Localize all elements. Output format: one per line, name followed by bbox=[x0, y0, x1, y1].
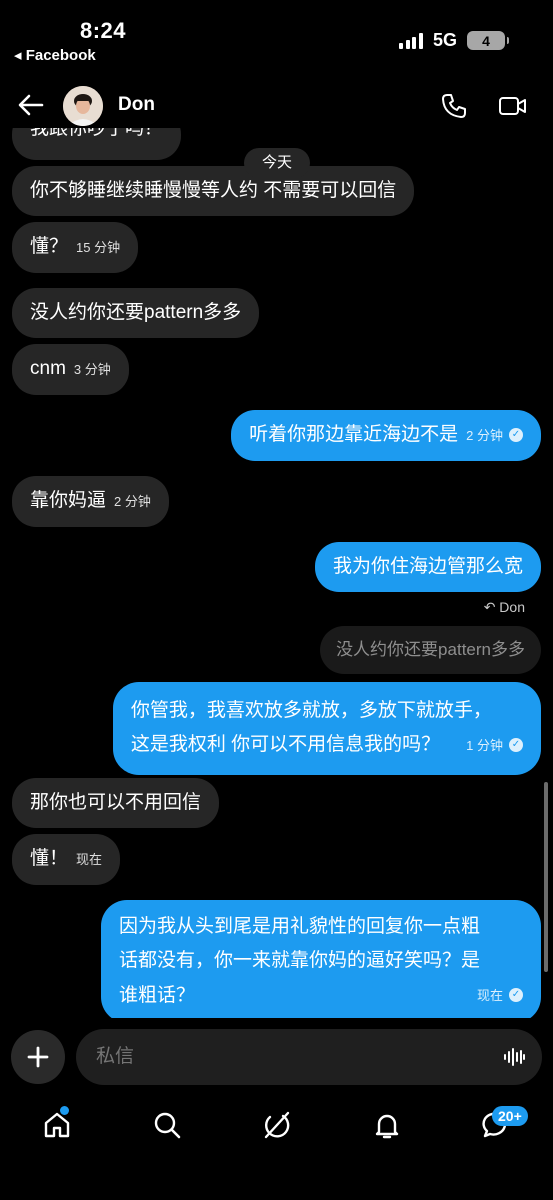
add-attachment-button[interactable] bbox=[11, 1030, 65, 1084]
phone-icon[interactable] bbox=[440, 92, 468, 120]
message-time: 现在 bbox=[76, 852, 103, 867]
message-input[interactable] bbox=[96, 1029, 496, 1085]
message-composer[interactable] bbox=[76, 1029, 542, 1085]
message-text: 懂！ bbox=[30, 848, 69, 869]
read-check-icon: ✓ bbox=[509, 737, 523, 752]
message-bubble-outgoing[interactable]: 你管我，我喜欢放多就放，多放下就放手， 这是我权利 你可以不用信息我的吗？ 1 分… bbox=[112, 682, 541, 775]
message-bubble-incoming[interactable]: 懂？ 15 分钟 bbox=[12, 222, 139, 273]
message-text: 懂？ bbox=[30, 236, 69, 257]
message-text: 你不够睡继续睡慢慢等人约 不需要可以回信 bbox=[30, 180, 397, 201]
status-time: 8:24 bbox=[80, 18, 127, 43]
message-bubble-outgoing[interactable]: 听着你那边靠近海边不是 2 分钟 ✓ bbox=[231, 410, 541, 461]
read-check-icon: ✓ bbox=[509, 427, 523, 442]
back-arrow-icon[interactable] bbox=[16, 90, 46, 120]
message-list[interactable]: 我跟你吵了吗？ 你不够睡继续睡慢慢等人约 不需要可以回信 今天 懂？ 15 分钟 … bbox=[0, 128, 553, 1018]
reply-label: ↶ Don bbox=[483, 599, 525, 615]
message-time: 1 分钟 bbox=[466, 738, 503, 753]
messages-badge: 20+ bbox=[492, 1106, 528, 1126]
message-time: 2 分钟 bbox=[114, 494, 151, 509]
message-text: 因为我从头到尾是用礼貌性的回复你一点粗 bbox=[119, 916, 481, 937]
message-text: 靠你妈逼 bbox=[30, 490, 107, 511]
message-time: 15 分钟 bbox=[76, 240, 121, 255]
message-time: 2 分钟 bbox=[466, 428, 503, 443]
bell-icon[interactable] bbox=[372, 1110, 402, 1140]
message-text: cnm bbox=[30, 358, 66, 379]
message-text: 我为你住海边管那么宽 bbox=[332, 556, 523, 577]
message-text: 你管我，我喜欢放多就放，多放下就放手， bbox=[130, 700, 492, 721]
contact-name[interactable]: Don bbox=[118, 94, 155, 116]
message-text-line2: 这是我权利 你可以不用信息我的吗？ bbox=[130, 734, 441, 755]
message-text: 没人约你还要pattern多多 bbox=[30, 302, 242, 323]
status-indicators: 5G 4 bbox=[399, 30, 509, 51]
search-icon[interactable] bbox=[152, 1110, 182, 1140]
message-text: 听着你那边靠近海边不是 bbox=[249, 424, 459, 445]
battery-icon: 4 bbox=[467, 31, 509, 50]
message-bubble-incoming[interactable]: cnm 3 分钟 bbox=[12, 344, 129, 395]
scrollbar[interactable] bbox=[544, 782, 548, 972]
message-bubble-incoming[interactable]: 你不够睡继续睡慢慢等人约 不需要可以回信 bbox=[12, 166, 415, 216]
message-bubble-incoming[interactable]: 没人约你还要pattern多多 bbox=[12, 288, 260, 338]
plus-icon bbox=[27, 1046, 49, 1068]
message-text: 那你也可以不用回信 bbox=[30, 792, 202, 813]
back-to-app-link[interactable]: ◂ Facebook bbox=[14, 46, 96, 64]
message-text-line3: 谁粗话？ bbox=[119, 984, 196, 1006]
message-bubble-outgoing[interactable]: 因为我从头到尾是用礼貌性的回复你一点粗 话都没有，你一来就靠你妈的逼好笑吗？是 … bbox=[101, 900, 541, 1018]
message-text: 我跟你吵了吗？ bbox=[30, 128, 164, 139]
read-check-icon: ✓ bbox=[509, 987, 523, 1002]
avatar[interactable] bbox=[63, 86, 103, 126]
message-bubble-incoming[interactable]: 那你也可以不用回信 bbox=[12, 778, 220, 828]
home-notification-dot bbox=[60, 1106, 69, 1115]
network-type: 5G bbox=[432, 30, 457, 50]
message-bubble-incoming[interactable]: 懂！ 现在 bbox=[12, 834, 121, 885]
day-separator: 今天 bbox=[244, 148, 310, 178]
home-icon[interactable] bbox=[42, 1110, 72, 1140]
quoted-message[interactable]: 没人约你还要pattern多多 bbox=[320, 626, 541, 674]
message-bubble-incoming[interactable]: 靠你妈逼 2 分钟 bbox=[12, 476, 169, 527]
grok-icon[interactable] bbox=[262, 1110, 292, 1140]
video-camera-icon[interactable] bbox=[498, 92, 528, 120]
voice-message-icon[interactable] bbox=[502, 1045, 526, 1069]
signal-icon bbox=[399, 32, 423, 49]
message-text-line2: 话都没有，你一来就靠你妈的逼好笑吗？是 bbox=[119, 950, 481, 971]
message-bubble-outgoing[interactable]: 我为你住海边管那么宽 bbox=[314, 542, 541, 592]
message-time: 现在 bbox=[476, 988, 503, 1003]
message-time: 3 分钟 bbox=[73, 362, 111, 377]
message-bubble-incoming[interactable]: 我跟你吵了吗？ bbox=[12, 128, 182, 160]
